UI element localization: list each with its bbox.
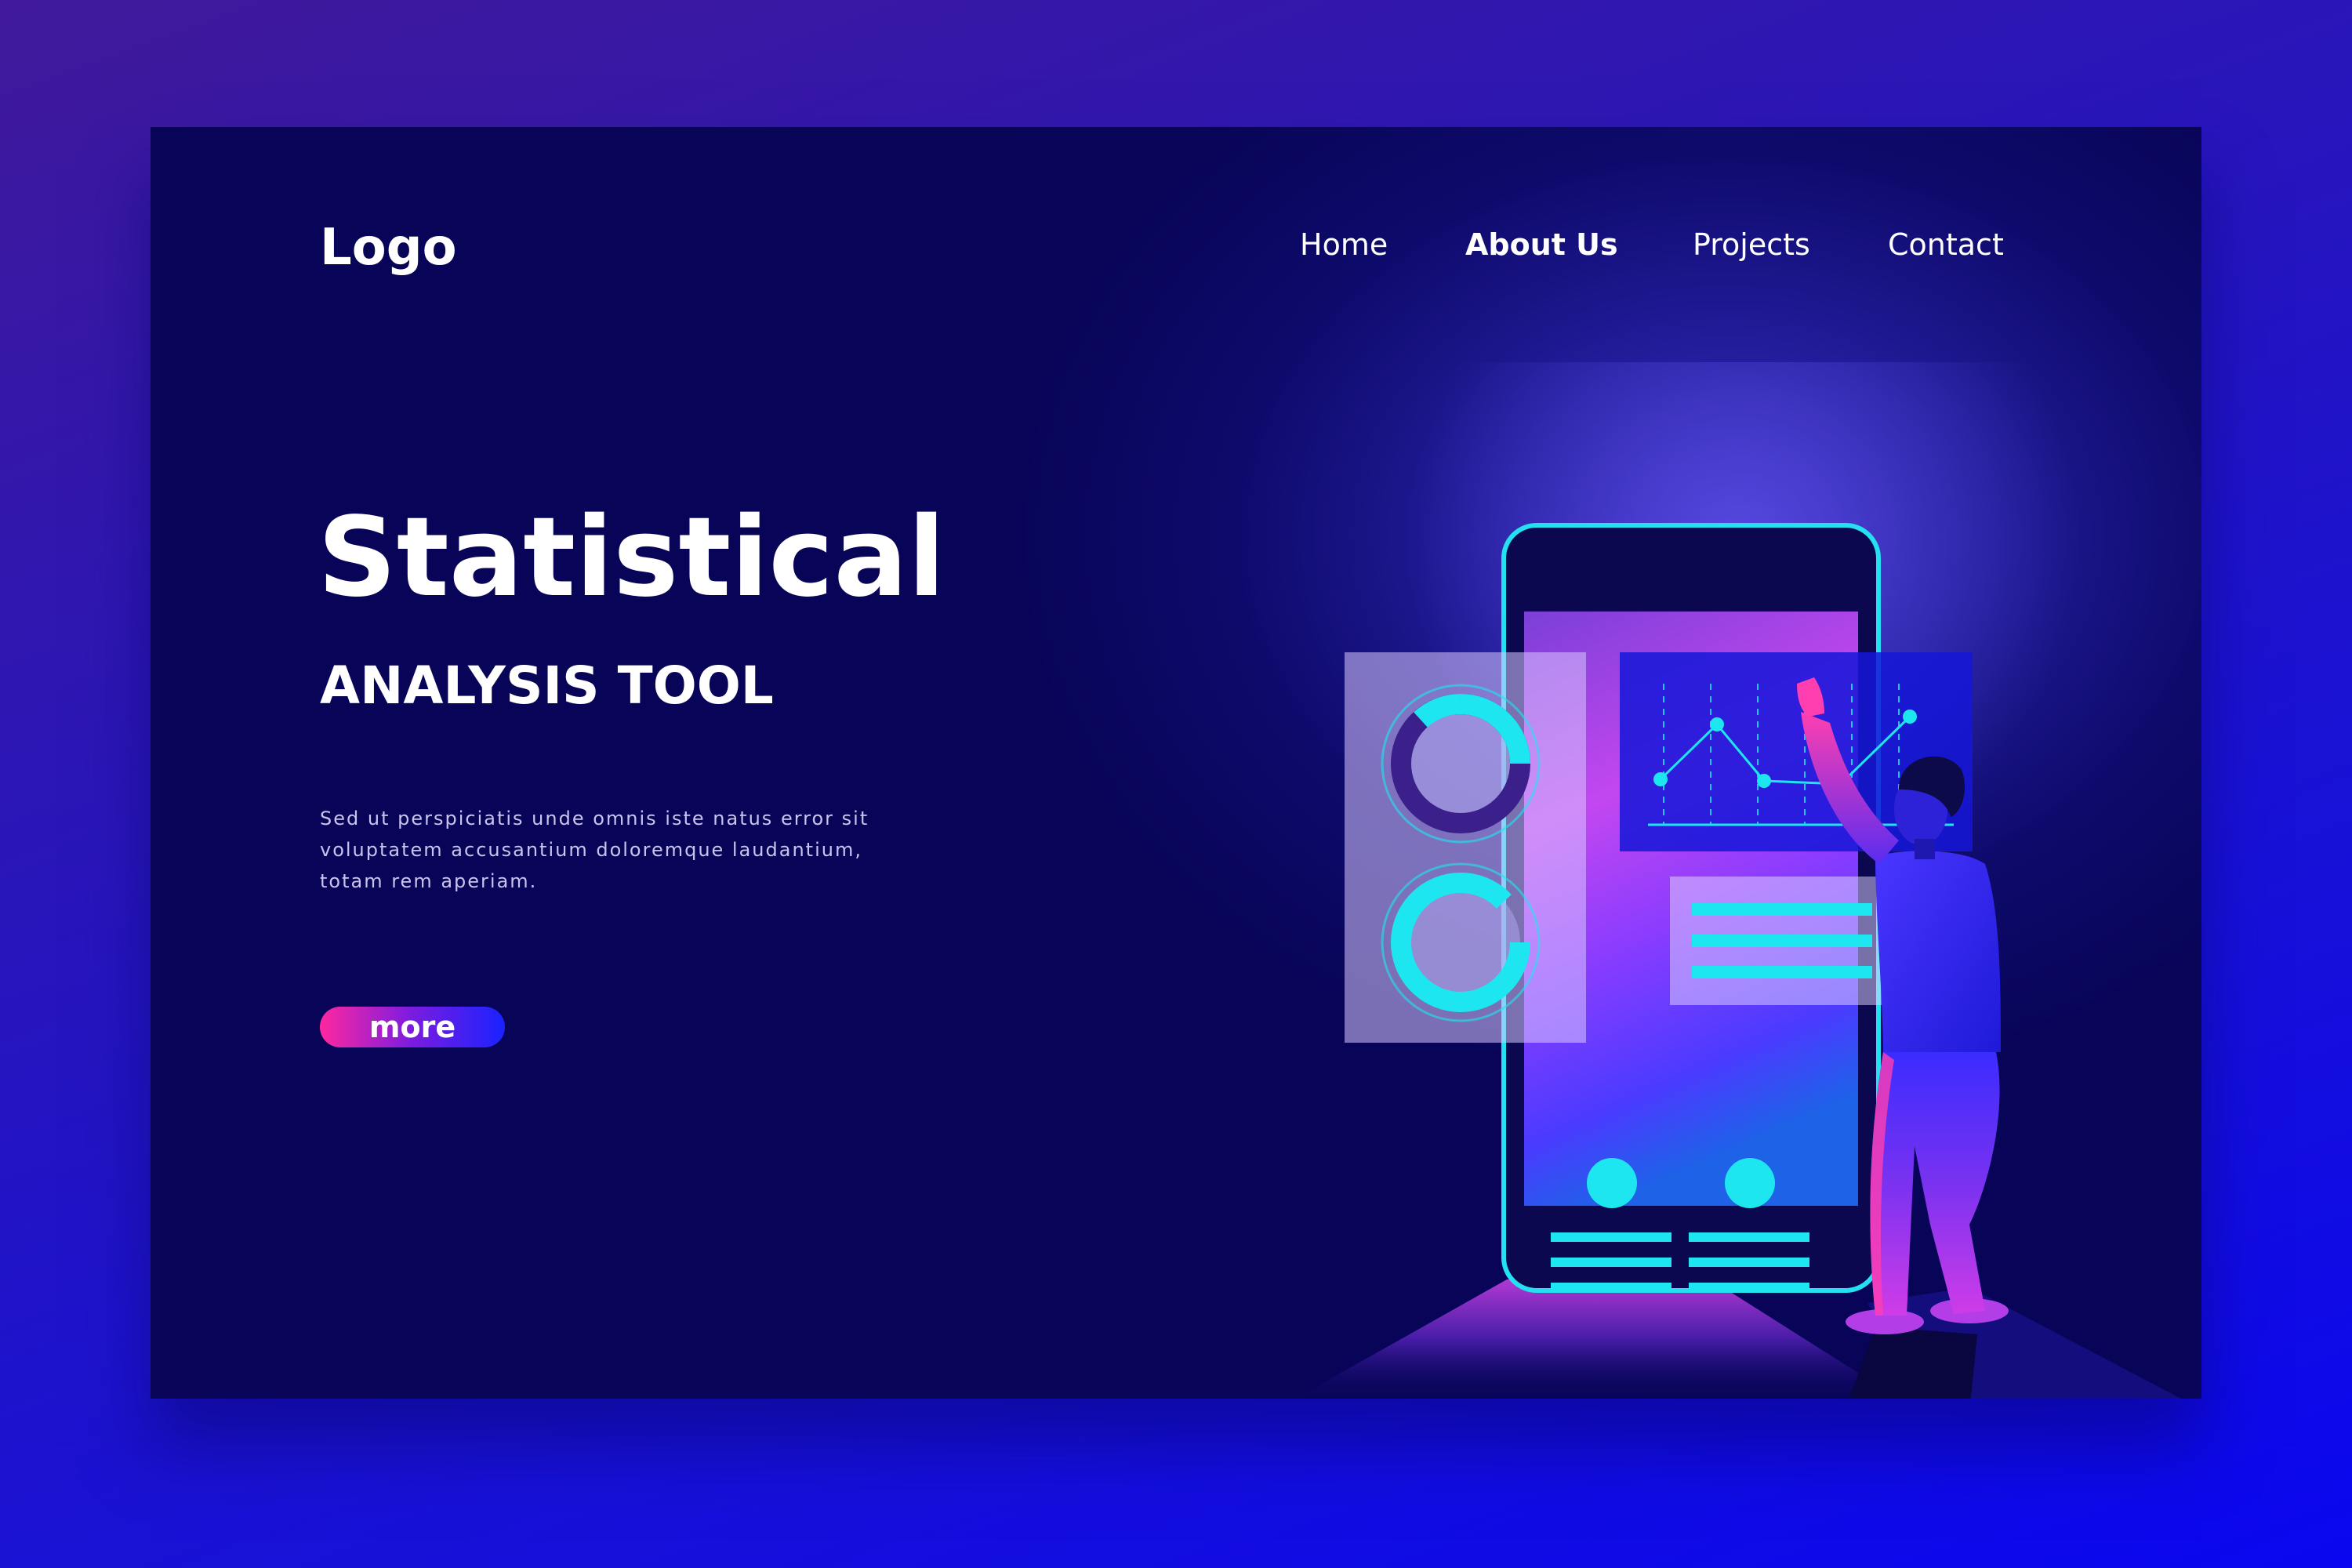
nav-home[interactable]: Home	[1300, 227, 1388, 262]
text-lines-card	[1670, 877, 1896, 1005]
donut-chart-card	[1345, 652, 1586, 1043]
hero-subtitle: ANALYSIS TOOL	[320, 655, 774, 716]
hero-description-line: totam rem aperiam.	[320, 870, 538, 892]
main-nav: Home About Us Projects Contact	[151, 227, 2201, 274]
landing-page-card: Logo Home About Us Projects Contact Stat…	[151, 127, 2201, 1399]
hero-description-line: voluptatem accusantium doloremque laudan…	[320, 839, 862, 861]
analytics-illustration	[1295, 362, 2181, 1399]
hero-title: Statistical	[318, 494, 946, 622]
more-button[interactable]: more	[320, 1007, 505, 1047]
hero-description-line: Sed ut perspiciatis unde omnis iste natu…	[320, 808, 869, 829]
hero-description: Sed ut perspiciatis unde omnis iste natu…	[320, 803, 916, 897]
donut-chart-icon	[1381, 684, 1541, 844]
floor-light	[1295, 1279, 1899, 1399]
donut-chart-icon	[1381, 862, 1541, 1022]
nav-about-us[interactable]: About Us	[1465, 227, 1618, 262]
nav-projects[interactable]: Projects	[1693, 227, 1810, 262]
nav-contact[interactable]: Contact	[1888, 227, 2004, 262]
